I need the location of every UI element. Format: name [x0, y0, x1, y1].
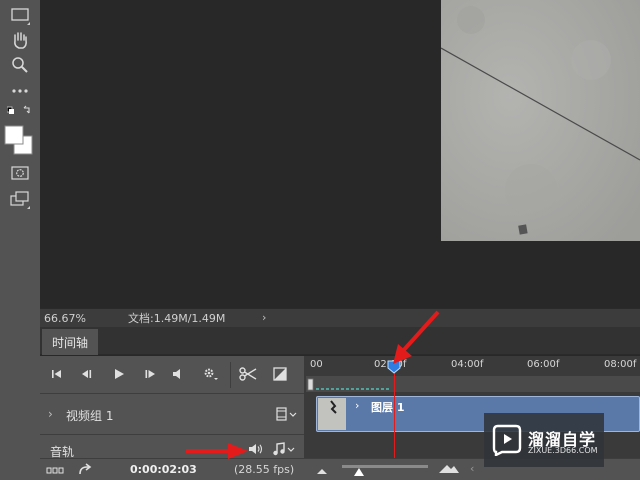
play-logo-icon	[490, 424, 524, 459]
convert-arrow-icon	[78, 463, 92, 479]
status-info-menu-arrow[interactable]: ›	[262, 311, 266, 324]
audio-volume-icon	[248, 444, 264, 458]
marquee-tool[interactable]	[8, 4, 32, 26]
annotation-arrow-volume	[186, 443, 248, 459]
playhead-line	[394, 370, 395, 460]
next-frame-button[interactable]	[139, 365, 161, 385]
edit-toolbar-button[interactable]	[8, 80, 32, 102]
audio-track[interactable]: 音轨	[40, 436, 304, 460]
video-group-track[interactable]: › 视频组 1	[40, 395, 304, 435]
quick-mask-icon	[11, 166, 29, 180]
current-timecode[interactable]: 0:00:02:03	[130, 463, 197, 476]
document-canvas[interactable]	[40, 0, 640, 308]
screen-mode-button[interactable]	[8, 188, 32, 210]
playback-settings-button[interactable]	[200, 365, 222, 385]
watermark: 溜溜自学 ZIXUE.3D66.COM	[484, 413, 604, 467]
zoom-level[interactable]: 66.67%	[44, 312, 96, 325]
zoom-tool[interactable]	[8, 54, 32, 76]
render-video-icon	[46, 465, 64, 478]
go-to-first-frame-button[interactable]	[46, 365, 68, 385]
color-controls[interactable]	[7, 104, 33, 118]
previous-frame-icon	[81, 369, 93, 382]
clip-expand-chevron[interactable]: ›	[355, 399, 359, 412]
video-frame-image	[441, 0, 640, 241]
video-group-label: 视频组 1	[66, 409, 114, 423]
play-button[interactable]	[108, 365, 130, 385]
hand-tool[interactable]	[8, 29, 32, 51]
film-strip-icon	[276, 407, 298, 424]
ruler-tick-label: 06:00f	[527, 359, 560, 370]
play-icon	[113, 368, 125, 383]
frame-rate-display: (28.55 fps)	[234, 463, 295, 476]
mute-icon	[171, 368, 183, 383]
ruler-tick-label: 04:00f	[451, 359, 484, 370]
ruler-tick-label: 08:00f	[604, 359, 637, 370]
timeline-zoom-handle[interactable]	[353, 467, 365, 480]
screen-mode-icon	[10, 191, 30, 207]
clip-label: 图层 1	[371, 401, 405, 414]
annotation-arrow-playhead	[393, 310, 440, 364]
render-video-button[interactable]	[46, 465, 64, 478]
timeline-scroll-left[interactable]: ‹	[470, 462, 474, 475]
next-frame-icon	[144, 369, 156, 382]
zoom-in-timeline-button[interactable]	[438, 462, 460, 477]
time-ruler[interactable]: 00 02:00f 04:00f 06:00f 08:00f	[304, 356, 640, 374]
tools-panel	[0, 0, 40, 480]
previous-frame-button[interactable]	[76, 365, 98, 385]
add-audio-button[interactable]	[272, 442, 296, 459]
audio-volume-button[interactable]	[248, 443, 264, 458]
settings-gear-icon	[203, 367, 219, 384]
color-swatch-icon	[3, 124, 35, 156]
work-area-bar[interactable]	[306, 376, 640, 392]
playback-controls	[40, 356, 304, 394]
quick-mask-button[interactable]	[8, 162, 32, 184]
timeline-panel-header: 时间轴	[40, 327, 640, 355]
marquee-icon	[11, 8, 29, 22]
more-icon	[11, 88, 29, 94]
ruler-tick-label: 00	[310, 359, 323, 370]
transition-button[interactable]	[269, 365, 291, 385]
zoom-out-timeline-button[interactable]	[316, 465, 328, 478]
video-group-expand-chevron[interactable]: ›	[48, 407, 53, 421]
split-at-playhead-button[interactable]	[237, 365, 259, 385]
document-size-info: 文档:1.49M/1.49M	[128, 312, 226, 325]
convert-to-frame-animation-button[interactable]	[78, 462, 92, 479]
split-scissors-icon	[239, 366, 257, 384]
color-swatches[interactable]	[3, 124, 35, 156]
zoom-icon	[11, 56, 29, 74]
watermark-url: ZIXUE.3D66.COM	[528, 446, 598, 455]
swap-colors-icon	[7, 105, 33, 117]
transition-icon	[273, 366, 287, 384]
mute-audio-button[interactable]	[166, 365, 188, 385]
add-media-button[interactable]	[276, 407, 298, 424]
status-bar: 66.67% 文档:1.49M/1.49M ›	[40, 308, 640, 327]
go-to-first-frame-icon	[51, 369, 63, 382]
hand-icon	[11, 30, 29, 50]
tab-timeline[interactable]: 时间轴	[42, 329, 98, 355]
